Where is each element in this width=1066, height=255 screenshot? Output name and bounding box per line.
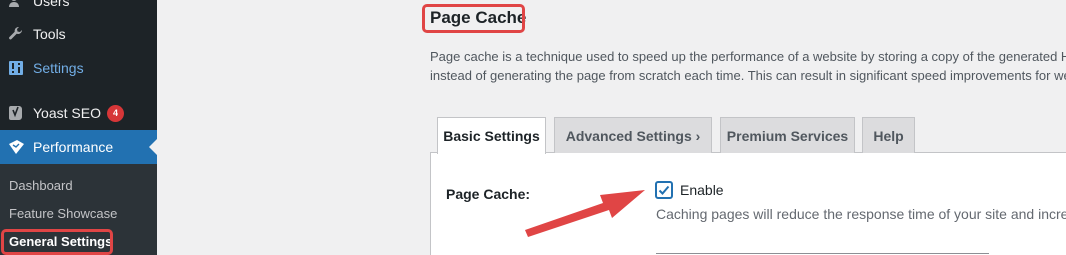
annotation-arrow-icon bbox=[525, 190, 645, 237]
